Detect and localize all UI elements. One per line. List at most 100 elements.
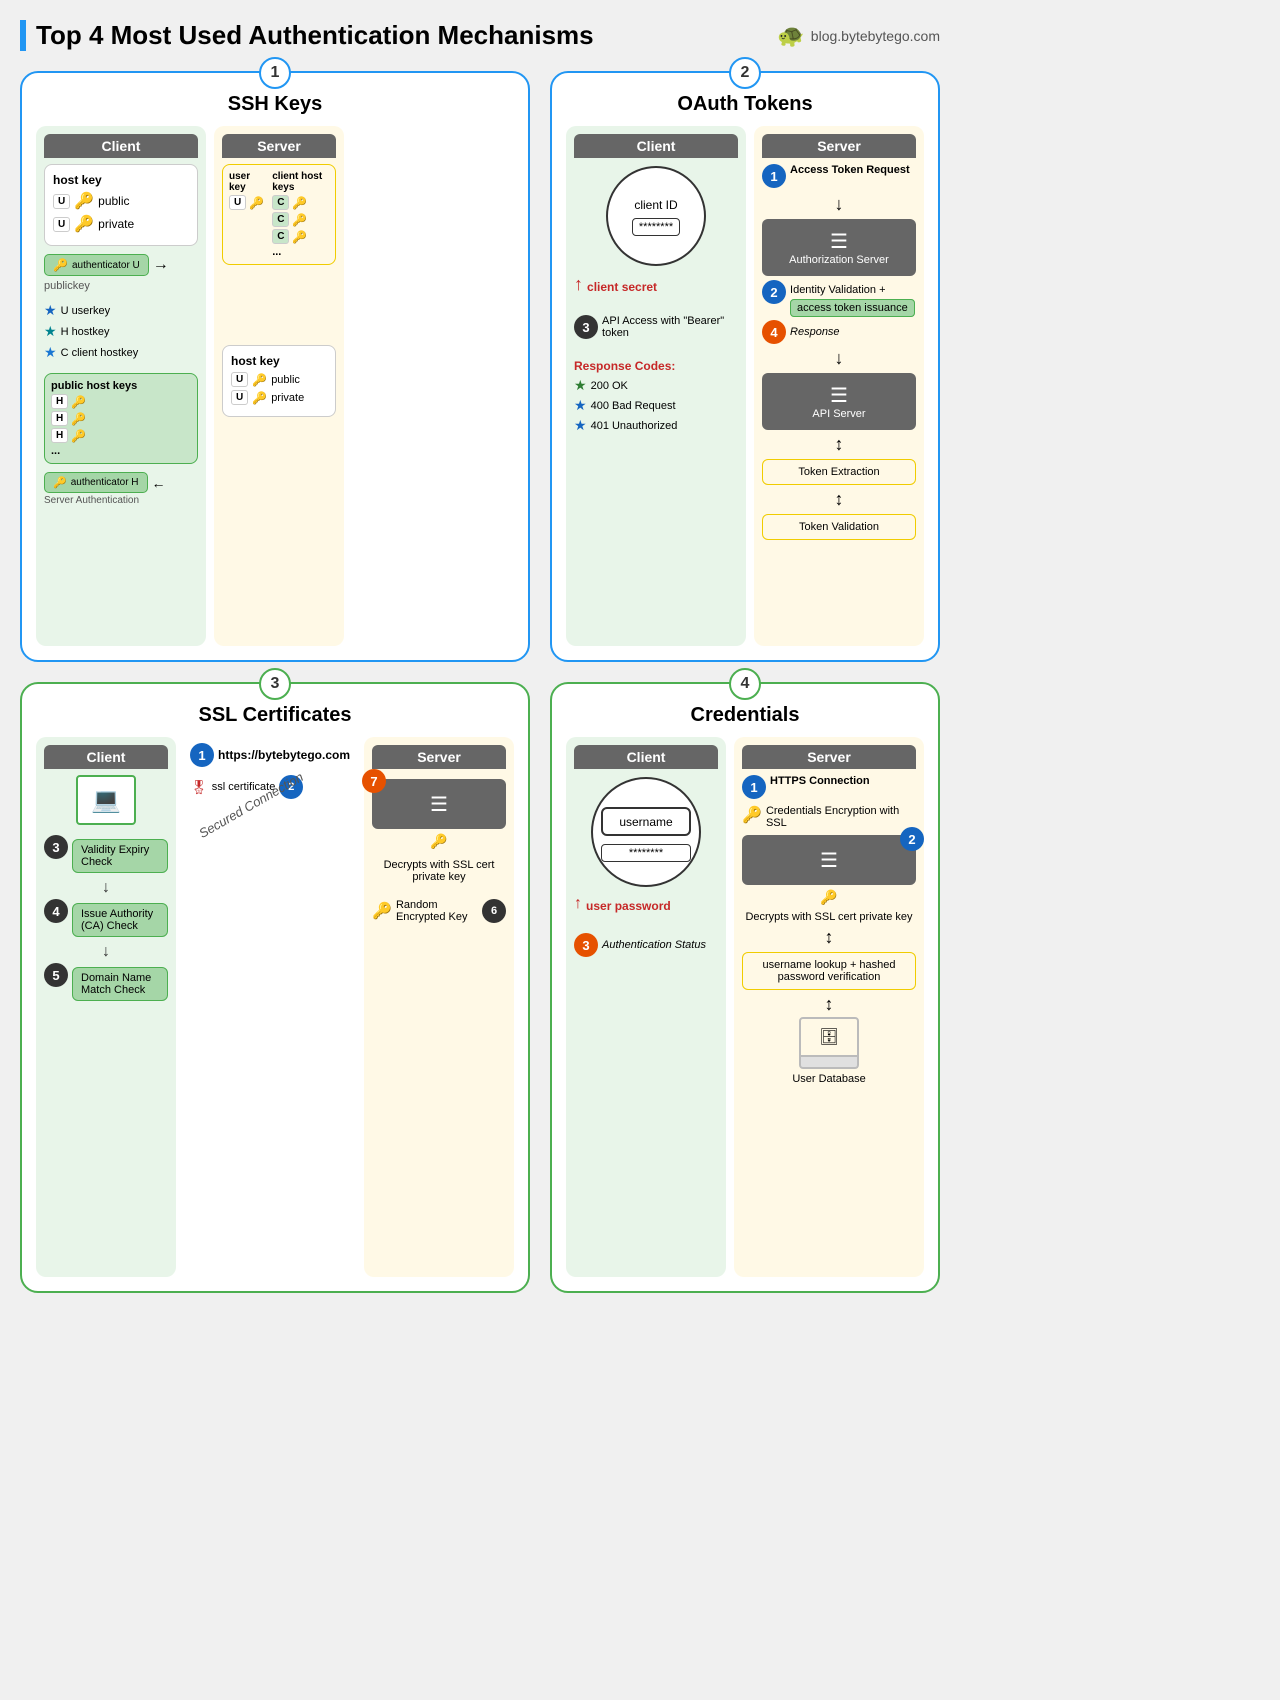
star-400: ★ bbox=[574, 397, 587, 414]
green-key-c3: 🔑 bbox=[292, 230, 307, 244]
response-codes: Response Codes: ★ 200 OK ★ 400 Bad Reque… bbox=[574, 359, 738, 434]
cred-client-panel: Client username ******** ↑ user password bbox=[566, 737, 726, 1277]
laptop-icon: 💻 bbox=[76, 775, 136, 825]
public-host-keys-label: public host keys bbox=[51, 380, 191, 392]
legend-u: U userkey bbox=[61, 305, 111, 317]
step3-cred: 3 bbox=[574, 933, 598, 957]
logo-icon: 🐢 bbox=[777, 23, 804, 49]
oauth-client-header: Client bbox=[574, 134, 738, 158]
resp-401: 401 Unauthorized bbox=[591, 420, 678, 432]
token-extraction-box: Token Extraction bbox=[762, 459, 916, 485]
user-database-label: User Database bbox=[742, 1073, 916, 1085]
resp-400: 400 Bad Request bbox=[591, 400, 676, 412]
ssl-server-panel: Server 7 ☰ 🔑 Decrypts with SSL cert priv… bbox=[364, 737, 514, 1277]
resp-200: 200 OK bbox=[591, 380, 628, 392]
u-badge: U bbox=[53, 194, 70, 209]
cred-client-header: Client bbox=[574, 745, 718, 769]
cert-icon-ssl: 🎖 bbox=[190, 779, 208, 796]
api-server-block: ☰ API Server bbox=[762, 373, 916, 430]
u-badge2: U bbox=[53, 217, 70, 232]
red-arrow: ↑ bbox=[574, 274, 583, 295]
step5-ssl: 5 bbox=[44, 963, 68, 987]
green-key-h3: 🔑 bbox=[71, 429, 86, 443]
access-token-request: Access Token Request bbox=[790, 164, 910, 176]
domain-match-check: Domain Name Match Check bbox=[72, 967, 168, 1001]
ssl-client-panel: Client 💻 3 Validity Expiry Check ↓ 4 Iss… bbox=[36, 737, 176, 1277]
https-connection-label: HTTPS Connection bbox=[770, 775, 870, 787]
oauth-server-panel: Server 1 Access Token Request ↓ ☰ Author… bbox=[754, 126, 924, 646]
ssh-client-header: Client bbox=[44, 134, 198, 158]
token-validation-label: Token Validation bbox=[799, 521, 879, 533]
auth-h-label: authenticator H bbox=[71, 477, 139, 488]
oauth-password-dots: ******** bbox=[639, 221, 673, 233]
response-label: Response bbox=[790, 326, 840, 338]
step2-cred: 2 bbox=[900, 827, 924, 851]
oauth-number: 2 bbox=[729, 57, 761, 89]
cred-username: username bbox=[619, 815, 672, 829]
step3-ssl: 3 bbox=[44, 835, 68, 859]
server-auth-label: Server Authentication bbox=[44, 495, 198, 506]
cred-server-header: Server bbox=[742, 745, 916, 769]
cred-password-dots: ******** bbox=[629, 847, 663, 859]
red-arrow-cred: ↑ bbox=[574, 895, 582, 913]
ssl-client-header: Client bbox=[44, 745, 168, 769]
username-lookup-box: username lookup + hashed password verifi… bbox=[742, 952, 916, 990]
step3-circle: 3 bbox=[574, 315, 598, 339]
arrow-right-1: → bbox=[153, 256, 169, 274]
page-title: Top 4 Most Used Authentication Mechanism… bbox=[20, 20, 594, 51]
validity-expiry-check: Validity Expiry Check bbox=[72, 839, 168, 873]
star-c: ★ bbox=[44, 344, 57, 361]
legend-c: C client hostkey bbox=[61, 347, 139, 359]
client-id-label: client ID bbox=[634, 198, 677, 212]
step1-cred: 1 bbox=[742, 775, 766, 799]
green-key-small: 🔑 bbox=[53, 258, 68, 272]
oauth-title: OAuth Tokens bbox=[566, 93, 924, 116]
auth-u-box: 🔑 authenticator U bbox=[44, 254, 149, 276]
h-badge2: H bbox=[51, 411, 68, 426]
red-key-cred: 🔑 bbox=[742, 805, 762, 825]
red-key-icon: 🔑 bbox=[74, 214, 94, 234]
red-key-ssl: 🔑 bbox=[372, 901, 392, 921]
credentials-section: 4 Credentials Client username ******** ↑ bbox=[550, 682, 940, 1293]
logo-text: blog.bytebytego.com bbox=[811, 28, 940, 44]
main-grid: 1 SSH Keys Client host key U 🔑 public U … bbox=[20, 71, 940, 1293]
green-key-h: 🔑 bbox=[71, 395, 86, 409]
auth-h-box: 🔑 authenticator H bbox=[44, 472, 148, 493]
step4-ssl: 4 bbox=[44, 899, 68, 923]
publickey-label: publickey bbox=[44, 280, 198, 292]
host-key-server-box: host key U 🔑 public U 🔑 private bbox=[222, 345, 336, 417]
cred-decrypts-label: Decrypts with SSL cert private key bbox=[742, 911, 916, 923]
cred-server-panel: Server 1 HTTPS Connection 🔑 Credentials … bbox=[734, 737, 924, 1277]
token-validation-box: Token Validation bbox=[762, 514, 916, 540]
green-key-server: 🔑 bbox=[249, 196, 264, 210]
step2-circle-oauth: 2 bbox=[762, 280, 786, 304]
ssh-title: SSH Keys bbox=[36, 93, 514, 116]
green-key-auth-h: 🔑 bbox=[53, 476, 67, 489]
api-server-label: API Server bbox=[812, 408, 865, 420]
ssl-decrypts-label: Decrypts with SSL cert private key bbox=[372, 859, 506, 883]
db-bottom bbox=[799, 1057, 859, 1069]
ssl-url: https://bytebytego.com bbox=[218, 748, 350, 762]
user-key-label: user key bbox=[229, 171, 264, 193]
cred-server-block: ☰ bbox=[742, 835, 916, 885]
step7-ssl: 7 bbox=[362, 769, 386, 793]
ssl-green-key: 🔑 bbox=[430, 833, 447, 849]
api-access-label: API Access with "Bearer" token bbox=[602, 315, 738, 339]
ssl-server-block: ☰ bbox=[372, 779, 506, 829]
public-label: public bbox=[98, 194, 129, 208]
credentials-title: Credentials bbox=[566, 704, 924, 727]
ssh-server-panel: Server user key U 🔑 client host keys bbox=[214, 126, 344, 646]
host-key-server-label: host key bbox=[231, 354, 327, 368]
star-h: ★ bbox=[44, 323, 57, 340]
private-label: private bbox=[98, 217, 134, 231]
step6-ssl: 6 bbox=[482, 899, 506, 923]
oauth-client-panel: Client client ID ******** ↑ client secre… bbox=[566, 126, 746, 646]
red-key-srv-priv: 🔑 bbox=[252, 391, 267, 405]
star-200: ★ bbox=[574, 377, 587, 394]
issue-authority-check: Issue Authority (CA) Check bbox=[72, 903, 168, 937]
ssl-server-header: Server bbox=[372, 745, 506, 769]
ssl-number: 3 bbox=[259, 668, 291, 700]
page-header: Top 4 Most Used Authentication Mechanism… bbox=[20, 20, 940, 51]
h-badge: H bbox=[51, 394, 68, 409]
credentials-number: 4 bbox=[729, 668, 761, 700]
